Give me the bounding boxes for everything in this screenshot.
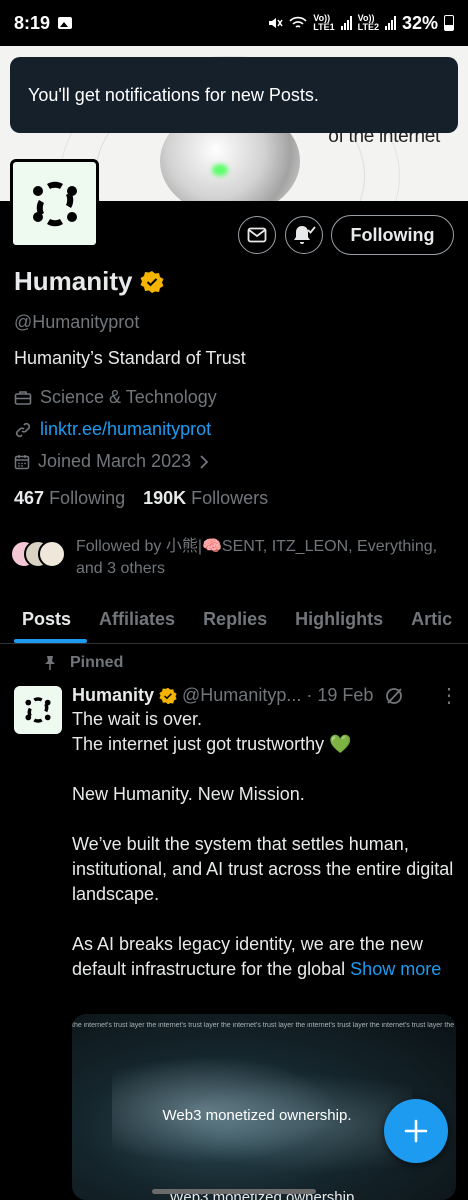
tab-articles[interactable]: Artic: [397, 600, 466, 643]
show-more-link[interactable]: Show more: [350, 959, 441, 979]
pinned-text: Pinned: [70, 654, 124, 671]
notification-toast: You'll get notifications for new Posts.: [10, 57, 458, 133]
follow-counts: 467 Following 190K Followers: [14, 488, 268, 509]
video-scene: [112, 1054, 412, 1194]
website-link[interactable]: linktr.ee/humanityprot: [40, 419, 211, 440]
message-button[interactable]: [238, 216, 276, 254]
joined-text: Joined March 2023: [38, 451, 192, 471]
following-count-link[interactable]: 467 Following: [14, 488, 125, 509]
tab-replies[interactable]: Replies: [189, 600, 281, 643]
post-date[interactable]: 19 Feb: [317, 685, 373, 706]
tab-posts[interactable]: Posts: [0, 600, 88, 643]
profile-handle: @Humanityprot: [14, 312, 140, 332]
post-line-last: As AI breaks legacy identity, we are the…: [72, 932, 456, 982]
followers-count-link[interactable]: 190K Followers: [143, 488, 268, 509]
signal-icon-2: [384, 16, 396, 30]
profile-category: Science & Technology: [14, 387, 217, 408]
profile-name: Humanity: [14, 266, 133, 296]
bell-check-icon: [294, 226, 316, 244]
banner-green-glow: [212, 164, 228, 176]
avatar: [38, 540, 66, 568]
calendar-icon: [14, 454, 30, 469]
status-indicators: Vo)) LTE1 Vo)) LTE2 32%: [267, 13, 454, 34]
briefcase-icon: [14, 390, 32, 405]
profile-tabs: Posts Affiliates Replies Highlights Arti…: [0, 600, 468, 644]
gallery-notification-icon: [58, 17, 73, 29]
followers-count: 190K: [143, 488, 187, 508]
followed-by-text: Followed by 小熊|🧠SENT, ITZ_LEON, Everythi…: [76, 538, 438, 577]
wifi-icon: [289, 16, 307, 28]
plus-icon: [404, 1119, 428, 1143]
profile-website[interactable]: linktr.ee/humanityprot: [14, 419, 211, 440]
link-icon: [15, 422, 31, 437]
following-count: 467: [14, 488, 45, 508]
mute-icon: [269, 18, 283, 28]
network-label-1: Vo)) LTE1: [313, 13, 335, 32]
followers-label: Followers: [191, 488, 269, 508]
profile-name-row: Humanity: [14, 266, 164, 297]
post-author-handle[interactable]: @Humanityp...: [182, 685, 301, 706]
post-separator: ·: [306, 685, 313, 705]
humanity-logo-icon: [32, 181, 77, 226]
post-line: New Humanity. New Mission.: [72, 784, 305, 804]
status-bar: 8:19 Vo)) LTE1 Vo)) LTE2 32%: [0, 0, 468, 46]
post-author-avatar[interactable]: [14, 686, 62, 734]
follower-avatars: [10, 536, 70, 570]
notifications-button[interactable]: [285, 216, 323, 254]
followed-by[interactable]: Followed by 小熊|🧠SENT, ITZ_LEON, Everythi…: [10, 536, 460, 580]
chevron-right-icon: [200, 454, 209, 469]
compose-button[interactable]: [384, 1099, 448, 1163]
battery-icon: [444, 15, 454, 31]
profile-avatar[interactable]: [10, 159, 99, 248]
post-line: We’ve built the system that settles huma…: [72, 834, 454, 904]
post-more-button[interactable]: ⋮: [439, 683, 459, 708]
category-text: Science & Technology: [40, 387, 217, 407]
post-header: Humanity @Humanityp... · 19 Feb ⋮: [72, 683, 459, 708]
post-line: The internet just got trustworthy 💚: [72, 734, 352, 754]
battery-percent: 32%: [401, 12, 438, 33]
verified-badge-icon[interactable]: [140, 270, 164, 294]
following-label: Following: [49, 488, 126, 508]
profile-bio: Humanity’s Standard of Trust: [14, 348, 246, 368]
pin-icon: [45, 656, 55, 670]
grok-icon[interactable]: [384, 686, 404, 706]
gesture-bar[interactable]: [152, 1189, 316, 1194]
toast-message: You'll get notifications for new Posts.: [28, 84, 319, 105]
video-top-strip: the internet's trust layer the internet'…: [72, 1022, 456, 1029]
network-label-2: Vo)) LTE2: [357, 13, 379, 32]
post-text[interactable]: The wait is over. The internet just got …: [72, 707, 456, 982]
mail-icon: [247, 227, 267, 243]
verified-badge-icon: [159, 687, 177, 704]
status-time: 8:19: [14, 12, 51, 33]
tab-highlights[interactable]: Highlights: [281, 600, 397, 643]
post-author-name[interactable]: Humanity: [72, 685, 154, 706]
following-button[interactable]: Following: [331, 215, 454, 255]
profile-joined[interactable]: Joined March 2023: [14, 451, 209, 472]
pinned-label: Pinned: [44, 654, 123, 672]
humanity-logo-icon: [25, 697, 51, 723]
tab-affiliates[interactable]: Affiliates: [85, 600, 189, 643]
signal-icon-1: [340, 16, 352, 30]
post-line: The wait is over.: [72, 709, 203, 729]
